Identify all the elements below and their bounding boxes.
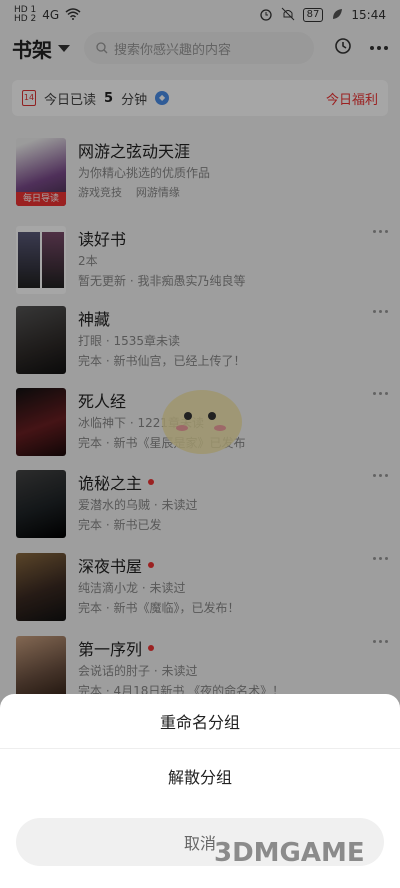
dissolve-group-button[interactable]: 解散分组 — [0, 749, 400, 803]
watermark-text: 3DMGAME — [214, 838, 365, 868]
rename-group-button[interactable]: 重命名分组 — [0, 694, 400, 748]
